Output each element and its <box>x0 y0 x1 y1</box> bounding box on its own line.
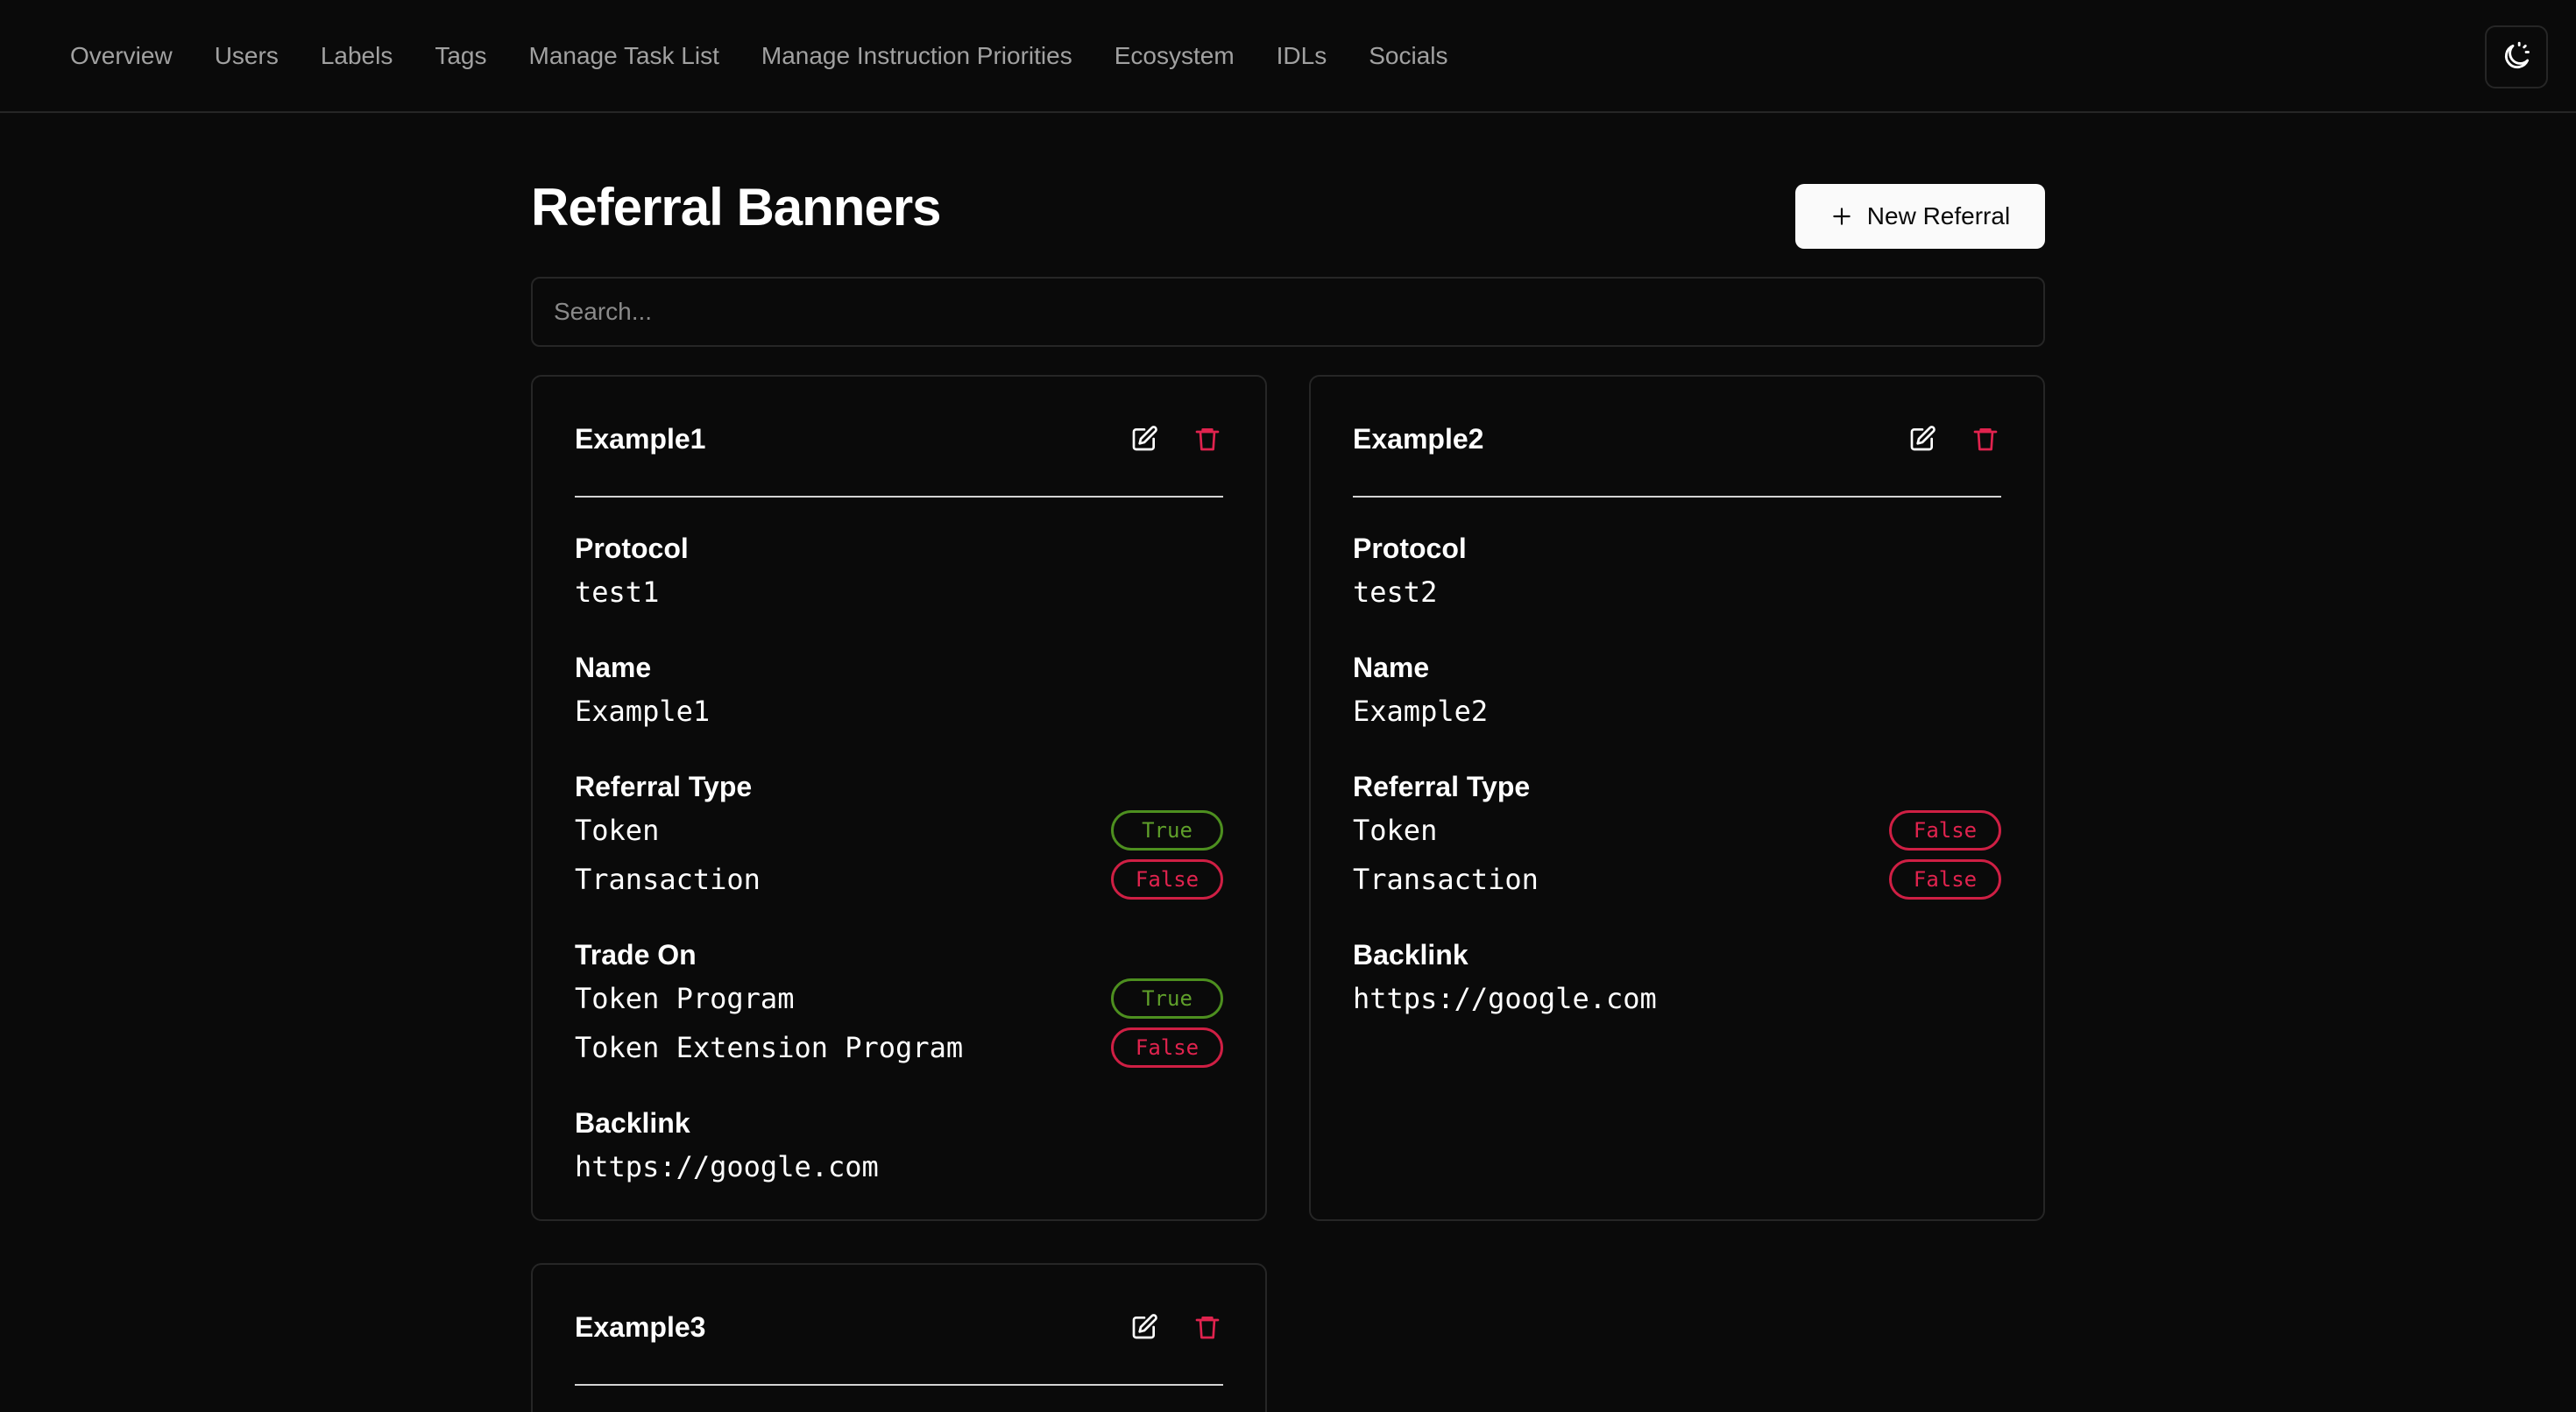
trash-icon <box>1973 428 1998 451</box>
transaction-row: Transaction False <box>575 855 1223 904</box>
token-label: Token <box>575 814 660 847</box>
token-extension-program-label: Token Extension Program <box>575 1031 964 1064</box>
card-title: Example2 <box>1353 422 1484 455</box>
referral-type-label: Referral Type <box>1353 771 1531 802</box>
token-program-row: Token Program True <box>575 974 1223 1023</box>
protocol-value: test2 <box>1353 575 1438 609</box>
delete-button[interactable] <box>1970 423 2001 455</box>
nav-item-tags[interactable]: Tags <box>435 42 486 70</box>
protocol-label: Protocol <box>575 533 689 564</box>
referral-type-section: Referral Type Token False Transaction Fa… <box>1353 767 2001 904</box>
nav-item-manage-instruction-priorities[interactable]: Manage Instruction Priorities <box>761 42 1072 70</box>
card-header: Example2 <box>1353 377 2001 498</box>
edit-icon <box>1910 426 1936 451</box>
backlink-label: Backlink <box>1353 939 1468 971</box>
nav-item-socials[interactable]: Socials <box>1369 42 1447 70</box>
nav-item-idls[interactable]: IDLs <box>1277 42 1327 70</box>
backlink-section: Backlink https://google.com <box>1353 935 2001 1023</box>
protocol-section: Protocol test1 <box>575 529 1223 617</box>
protocol-section: Protocol test2 <box>1353 529 2001 617</box>
card-header: Example1 <box>575 377 1223 498</box>
trade-on-section: Trade On Token Program True Token Extens… <box>575 935 1223 1072</box>
name-label: Name <box>575 652 652 683</box>
token-row: Token True <box>575 806 1223 855</box>
status-badge: True <box>1111 978 1223 1019</box>
nav-item-ecosystem[interactable]: Ecosystem <box>1115 42 1235 70</box>
card-title: Example3 <box>575 1310 706 1343</box>
edit-icon <box>1132 426 1157 451</box>
referral-type-section: Referral Type Token True Transaction Fal… <box>575 767 1223 904</box>
new-referral-label: New Referral <box>1866 202 2011 229</box>
nav-item-users[interactable]: Users <box>215 42 279 70</box>
status-badge: False <box>1889 810 2001 851</box>
name-value: Example1 <box>575 695 711 728</box>
token-extension-program-row: Token Extension Program False <box>575 1023 1223 1072</box>
protocol-value: test1 <box>575 575 660 609</box>
plus-icon <box>1833 208 1851 225</box>
status-badge: False <box>1111 1027 1223 1068</box>
name-section: Name Example2 <box>1353 648 2001 736</box>
moon-sun-icon <box>2504 41 2530 69</box>
referral-type-label: Referral Type <box>575 771 753 802</box>
top-nav: Overview Users Labels Tags Manage Task L… <box>0 0 2576 113</box>
status-badge: False <box>1889 859 2001 900</box>
backlink-label: Backlink <box>575 1107 690 1139</box>
transaction-label: Transaction <box>1353 863 1539 896</box>
referral-card-example1: Example1 Protocol test1 Name Example1 Re… <box>531 375 1267 1221</box>
referral-card-example2: Example2 Protocol test2 Name Example2 Re… <box>1309 375 2045 1221</box>
trash-icon <box>1195 1317 1220 1339</box>
transaction-label: Transaction <box>575 863 761 896</box>
edit-button[interactable] <box>1907 423 1938 455</box>
trade-on-label: Trade On <box>575 939 697 971</box>
edit-button[interactable] <box>1129 1311 1160 1343</box>
status-badge: False <box>1111 859 1223 900</box>
theme-toggle-button[interactable] <box>2485 25 2548 88</box>
token-row: Token False <box>1353 806 2001 855</box>
delete-button[interactable] <box>1192 1311 1223 1343</box>
delete-button[interactable] <box>1192 423 1223 455</box>
new-referral-button[interactable]: New Referral <box>1795 184 2045 249</box>
token-program-label: Token Program <box>575 982 795 1015</box>
token-label: Token <box>1353 814 1438 847</box>
search-input[interactable] <box>531 277 2045 347</box>
edit-icon <box>1132 1314 1157 1339</box>
referral-card-example3: Example3 <box>531 1263 1267 1412</box>
card-header: Example3 <box>575 1265 1223 1386</box>
card-title: Example1 <box>575 422 706 455</box>
nav-item-labels[interactable]: Labels <box>321 42 393 70</box>
status-badge: True <box>1111 810 1223 851</box>
nav-item-overview[interactable]: Overview <box>70 42 173 70</box>
edit-button[interactable] <box>1129 423 1160 455</box>
page-title: Referral Banners <box>531 178 942 237</box>
protocol-label: Protocol <box>1353 533 1467 564</box>
backlink-section: Backlink https://google.com <box>575 1104 1223 1191</box>
transaction-row: Transaction False <box>1353 855 2001 904</box>
name-label: Name <box>1353 652 1430 683</box>
name-section: Name Example1 <box>575 648 1223 736</box>
name-value: Example2 <box>1353 695 1489 728</box>
nav-item-manage-task-list[interactable]: Manage Task List <box>529 42 719 70</box>
backlink-value: https://google.com <box>1353 982 1657 1015</box>
backlink-value: https://google.com <box>575 1150 879 1183</box>
trash-icon <box>1195 428 1220 451</box>
